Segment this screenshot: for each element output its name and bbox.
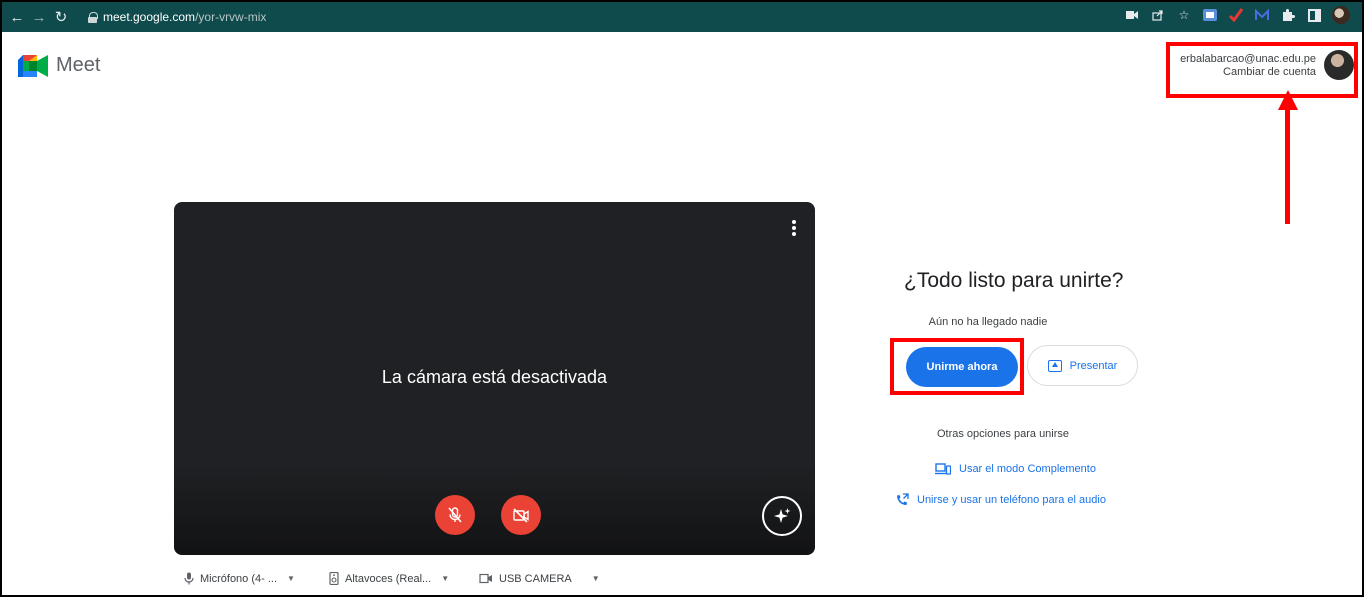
chevron-down-icon: ▼ xyxy=(287,574,295,583)
annotation-arrow-head xyxy=(1278,90,1298,110)
other-options-label: Otras opciones para unirse xyxy=(936,428,1070,440)
account-switcher[interactable]: erbalabarcao@unac.edu.pe Cambiar de cuen… xyxy=(1166,42,1358,98)
bookmark-star-icon[interactable]: ☆ xyxy=(1176,7,1192,23)
companion-mode-label: Usar el modo Complemento xyxy=(959,463,1096,475)
companion-devices-icon xyxy=(935,463,951,475)
mic-off-icon xyxy=(448,507,462,523)
participants-status: Aún no ha llegado nadie xyxy=(928,316,1048,328)
extension-screen-icon[interactable] xyxy=(1202,7,1218,23)
chevron-down-icon: ▼ xyxy=(441,574,450,583)
microphone-icon xyxy=(184,572,194,585)
extension-m-icon[interactable] xyxy=(1254,7,1270,23)
phone-forward-icon xyxy=(897,493,909,505)
microphone-select-label: Micrófono (4- ... xyxy=(200,572,278,585)
browser-profile-avatar[interactable] xyxy=(1332,6,1350,24)
camera-indicator-icon[interactable] xyxy=(1124,7,1140,23)
avatar[interactable] xyxy=(1324,50,1354,80)
annotation-arrow-shaft xyxy=(1285,108,1290,224)
switch-account-link[interactable]: Cambiar de cuenta xyxy=(1223,66,1316,78)
present-button[interactable]: Presentar xyxy=(1027,345,1138,386)
extensions-puzzle-icon[interactable] xyxy=(1280,7,1296,23)
speaker-select-label: Altavoces (Real... xyxy=(345,572,432,585)
present-screen-icon xyxy=(1047,359,1062,372)
sparkle-icon xyxy=(774,508,791,523)
camera-off-icon xyxy=(513,508,529,523)
browser-extension-area: ☆ xyxy=(1124,6,1350,24)
video-preview: La cámara está desactivada xyxy=(174,202,815,555)
ready-heading: ¿Todo listo para unirte? xyxy=(904,269,1124,292)
camera-off-message: La cámara está desactivada xyxy=(381,367,608,387)
account-email: erbalabarcao@unac.edu.pe xyxy=(1180,53,1316,65)
device-selectors: Micrófono (4- ... ▼ Altavoces (Real... ▼… xyxy=(184,572,600,585)
phone-audio-label: Unirse y usar un teléfono para el audio xyxy=(917,494,1106,506)
present-button-label: Presentar xyxy=(1069,359,1118,372)
join-now-button[interactable]: Unirme ahora xyxy=(906,347,1018,387)
camera-select-label: USB CAMERA xyxy=(499,572,572,585)
join-highlight-box: Unirme ahora xyxy=(890,338,1024,395)
video-camera-icon xyxy=(479,573,492,584)
app-title: Meet xyxy=(56,54,101,76)
share-icon[interactable] xyxy=(1150,7,1166,23)
browser-toolbar: ← → ↻ meet.google.com/yor-vrvw-mix ☆ xyxy=(2,2,1362,32)
more-options-icon[interactable] xyxy=(789,220,799,240)
camera-select[interactable]: USB CAMERA ▼ xyxy=(479,573,600,585)
screen: ← → ↻ meet.google.com/yor-vrvw-mix ☆ Mee… xyxy=(0,0,1364,597)
url-path: /yor-vrvw-mix xyxy=(195,10,267,24)
speaker-icon xyxy=(329,572,339,585)
chevron-down-icon: ▼ xyxy=(591,574,600,583)
forward-icon[interactable]: → xyxy=(28,6,50,28)
meet-logo-icon xyxy=(18,54,48,77)
toggle-microphone-button[interactable] xyxy=(435,495,475,535)
companion-mode-link[interactable]: Usar el modo Complemento xyxy=(935,463,1096,475)
speaker-select[interactable]: Altavoces (Real... ▼ xyxy=(329,572,479,585)
toggle-camera-button[interactable] xyxy=(501,495,541,535)
side-panel-icon[interactable] xyxy=(1306,7,1322,23)
visual-effects-button[interactable] xyxy=(762,496,802,536)
phone-audio-link[interactable]: Unirse y usar un teléfono para el audio xyxy=(895,493,1106,507)
preview-gradient xyxy=(174,465,815,555)
back-icon[interactable]: ← xyxy=(6,6,28,28)
url-host: meet.google.com xyxy=(103,10,196,24)
extension-check-icon[interactable] xyxy=(1228,7,1244,23)
lock-icon xyxy=(88,11,98,23)
microphone-select[interactable]: Micrófono (4- ... ▼ xyxy=(184,572,329,585)
address-bar[interactable]: meet.google.com/yor-vrvw-mix xyxy=(80,6,1130,28)
meet-logo[interactable]: Meet xyxy=(18,54,100,77)
reload-icon[interactable]: ↻ xyxy=(50,6,72,28)
